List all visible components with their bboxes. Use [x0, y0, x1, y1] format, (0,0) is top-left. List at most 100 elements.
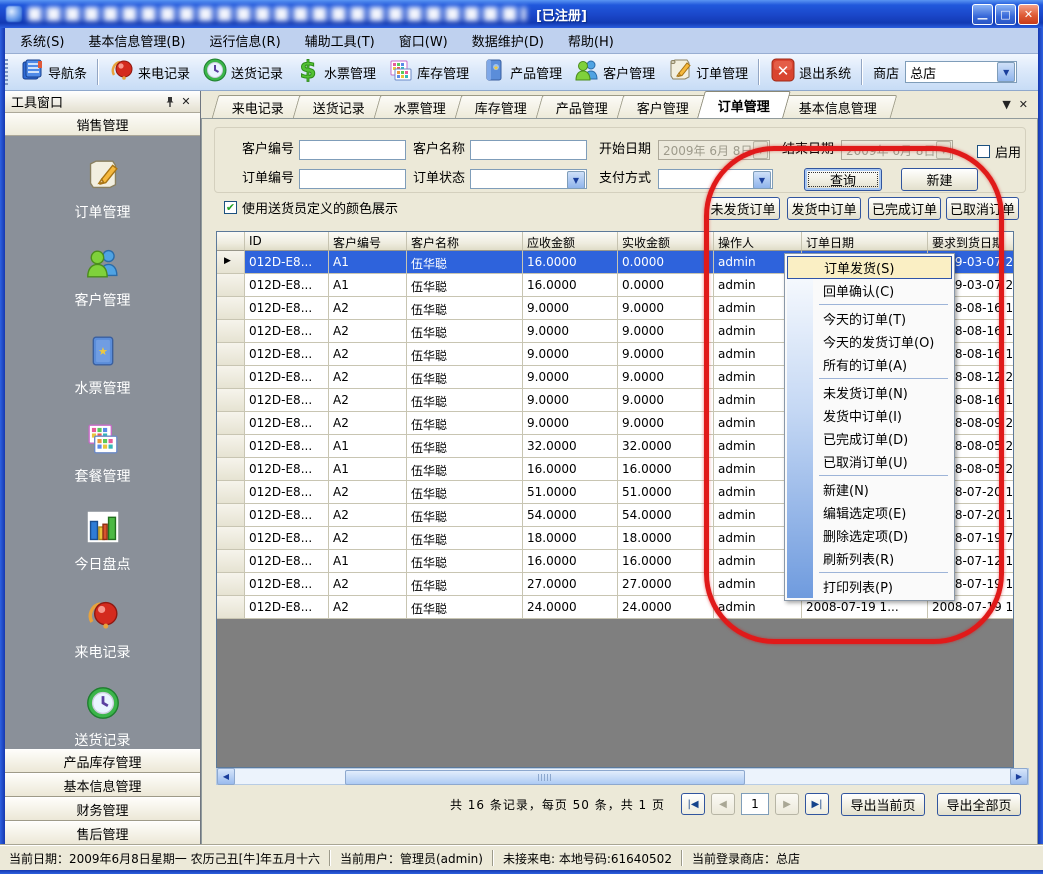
context-menu-item[interactable]: 新建(N) — [787, 478, 952, 501]
scrollbar-thumb[interactable] — [345, 770, 745, 785]
next-page-button[interactable]: ▶ — [775, 793, 799, 815]
row-selector-cell[interactable] — [217, 389, 245, 412]
minimize-button[interactable]: — — [972, 4, 993, 25]
toolbar-navigator-button[interactable]: 导航条 — [13, 57, 93, 87]
context-menu-item[interactable]: 已完成订单(D) — [787, 427, 952, 450]
context-menu-item[interactable]: 删除选定项(D) — [787, 524, 952, 547]
row-selector-cell[interactable] — [217, 251, 245, 274]
row-selector-cell[interactable] — [217, 297, 245, 320]
menu-item[interactable]: 辅助工具(T) — [293, 28, 387, 53]
column-header[interactable]: 订单日期 — [802, 232, 928, 251]
column-header[interactable]: 应收金额 — [523, 232, 618, 251]
sidebar-item-order-management[interactable]: 订单管理 — [75, 157, 131, 222]
row-selector-cell[interactable] — [217, 550, 245, 573]
tab-close-icon[interactable]: ✕ — [1019, 98, 1028, 111]
customer-name-input[interactable] — [470, 140, 587, 160]
page-number-input[interactable] — [741, 793, 769, 815]
toolbar-exit-button[interactable]: ✕ 退出系统 — [764, 57, 857, 87]
row-selector-cell[interactable] — [217, 527, 245, 550]
menu-item[interactable]: 帮助(H) — [556, 28, 626, 53]
sidebar-item-customer-management[interactable]: 客户管理 — [75, 245, 131, 310]
menu-item[interactable]: 基本信息管理(B) — [76, 28, 197, 53]
toolbar-incoming-call-button[interactable]: 来电记录 — [103, 57, 196, 87]
sidebar-item-package-management[interactable]: 套餐管理 — [75, 421, 131, 486]
export-all-pages-button[interactable]: 导出全部页 — [937, 793, 1021, 816]
row-selector-cell[interactable] — [217, 320, 245, 343]
tab[interactable]: 订单管理 — [697, 91, 791, 118]
chevron-down-icon[interactable]: ▼ — [997, 62, 1015, 82]
end-date-picker[interactable]: 2009年 6月 8日▼ — [841, 140, 953, 160]
menu-item[interactable]: 窗口(W) — [387, 28, 460, 53]
completed-orders-button[interactable]: 已完成订单 — [868, 197, 941, 220]
sidebar-group-sales[interactable]: 销售管理 — [5, 113, 200, 136]
row-selector-cell[interactable] — [217, 504, 245, 527]
row-selector-cell[interactable] — [217, 481, 245, 504]
unshipped-orders-button[interactable]: 未发货订单 — [706, 197, 780, 220]
column-header[interactable]: 操作人 — [714, 232, 802, 251]
start-date-picker[interactable]: 2009年 6月 8日▼ — [658, 140, 770, 160]
context-menu-item[interactable]: 所有的订单(A) — [787, 353, 952, 376]
tab[interactable]: 产品管理 — [536, 95, 629, 118]
horizontal-scrollbar[interactable]: ◀ ▶ — [216, 768, 1029, 785]
row-selector-cell[interactable] — [217, 573, 245, 596]
row-selector-cell[interactable] — [217, 366, 245, 389]
chevron-down-icon[interactable]: ▼ — [753, 171, 771, 189]
checkbox-box[interactable]: ✔ — [224, 201, 237, 214]
deliveryman-color-checkbox[interactable]: ✔ 使用送货员定义的颜色展示 — [224, 198, 398, 217]
tab[interactable]: 客户管理 — [617, 95, 710, 118]
row-selector-cell[interactable] — [217, 596, 245, 619]
row-selector-cell[interactable] — [217, 343, 245, 366]
tab-dropdown-icon[interactable]: ▼ — [1002, 98, 1010, 111]
context-menu-item[interactable]: 编辑选定项(E) — [787, 501, 952, 524]
row-selector-cell[interactable] — [217, 458, 245, 481]
context-menu-item[interactable]: 未发货订单(N) — [787, 381, 952, 404]
toolbar-customer-button[interactable]: 客户管理 — [568, 57, 661, 87]
sidebar-item-water-ticket[interactable]: ★ 水票管理 — [75, 333, 131, 398]
sidebar-group-bar[interactable]: 财务管理 — [5, 797, 200, 821]
pin-icon[interactable] — [162, 94, 178, 110]
tab[interactable]: 库存管理 — [455, 95, 548, 118]
column-header[interactable]: 客户名称 — [407, 232, 523, 251]
toolbar-inventory-button[interactable]: 库存管理 — [382, 57, 475, 87]
toolbar-water-ticket-button[interactable]: $ 水票管理 — [289, 57, 382, 87]
column-header[interactable]: 客户编号 — [329, 232, 407, 251]
context-menu-item[interactable]: 发货中订单(I) — [787, 404, 952, 427]
row-selector-cell[interactable] — [217, 412, 245, 435]
cancelled-orders-button[interactable]: 已取消订单 — [946, 197, 1019, 220]
scroll-right-icon[interactable]: ▶ — [1010, 768, 1028, 785]
column-header[interactable]: 要求到货日期 — [928, 232, 1013, 251]
context-menu-item[interactable]: 打印列表(P) — [787, 575, 952, 598]
pay-method-select[interactable]: ▼ — [658, 169, 773, 189]
column-header[interactable]: 实收金额 — [618, 232, 714, 251]
context-menu-item[interactable]: 订单发货(S) — [787, 256, 952, 279]
prev-page-button[interactable]: ◀ — [711, 793, 735, 815]
toolbar-delivery-record-button[interactable]: 送货记录 — [196, 57, 289, 87]
menu-item[interactable]: 运行信息(R) — [197, 28, 292, 53]
sidebar-group-bar[interactable]: 售后管理 — [5, 821, 200, 845]
maximize-button[interactable]: □ — [995, 4, 1016, 25]
new-button[interactable]: 新建 — [901, 168, 978, 191]
last-page-button[interactable]: ▶| — [805, 793, 829, 815]
column-header[interactable]: ID — [245, 232, 329, 251]
order-status-select[interactable]: ▼ — [470, 169, 587, 189]
context-menu-item[interactable]: 今天的发货订单(O) — [787, 330, 952, 353]
sidebar-group-bar[interactable]: 基本信息管理 — [5, 773, 200, 797]
row-selector-cell[interactable] — [217, 435, 245, 458]
tab[interactable]: 来电记录 — [212, 95, 305, 118]
order-no-input[interactable] — [299, 169, 406, 189]
query-button[interactable]: 查询 — [804, 168, 882, 191]
shop-select[interactable]: 总店 ▼ — [905, 61, 1017, 83]
context-menu-item[interactable]: 已取消订单(U) — [787, 450, 952, 473]
enable-date-checkbox[interactable]: 启用 — [977, 142, 1021, 161]
scroll-left-icon[interactable]: ◀ — [217, 768, 235, 785]
row-selector-cell[interactable] — [217, 274, 245, 297]
menu-item[interactable]: 系统(S) — [8, 28, 76, 53]
sidebar-item-incoming-calls[interactable]: 来电记录 — [75, 597, 131, 662]
toolbar-product-button[interactable]: ★ 产品管理 — [475, 57, 568, 87]
shipping-orders-button[interactable]: 发货中订单 — [787, 197, 861, 220]
tab[interactable]: 送货记录 — [293, 95, 386, 118]
checkbox-box[interactable] — [977, 145, 990, 158]
export-current-page-button[interactable]: 导出当前页 — [841, 793, 925, 816]
menu-item[interactable]: 数据维护(D) — [460, 28, 556, 53]
sidebar-group-bar[interactable]: 产品库存管理 — [5, 749, 200, 773]
